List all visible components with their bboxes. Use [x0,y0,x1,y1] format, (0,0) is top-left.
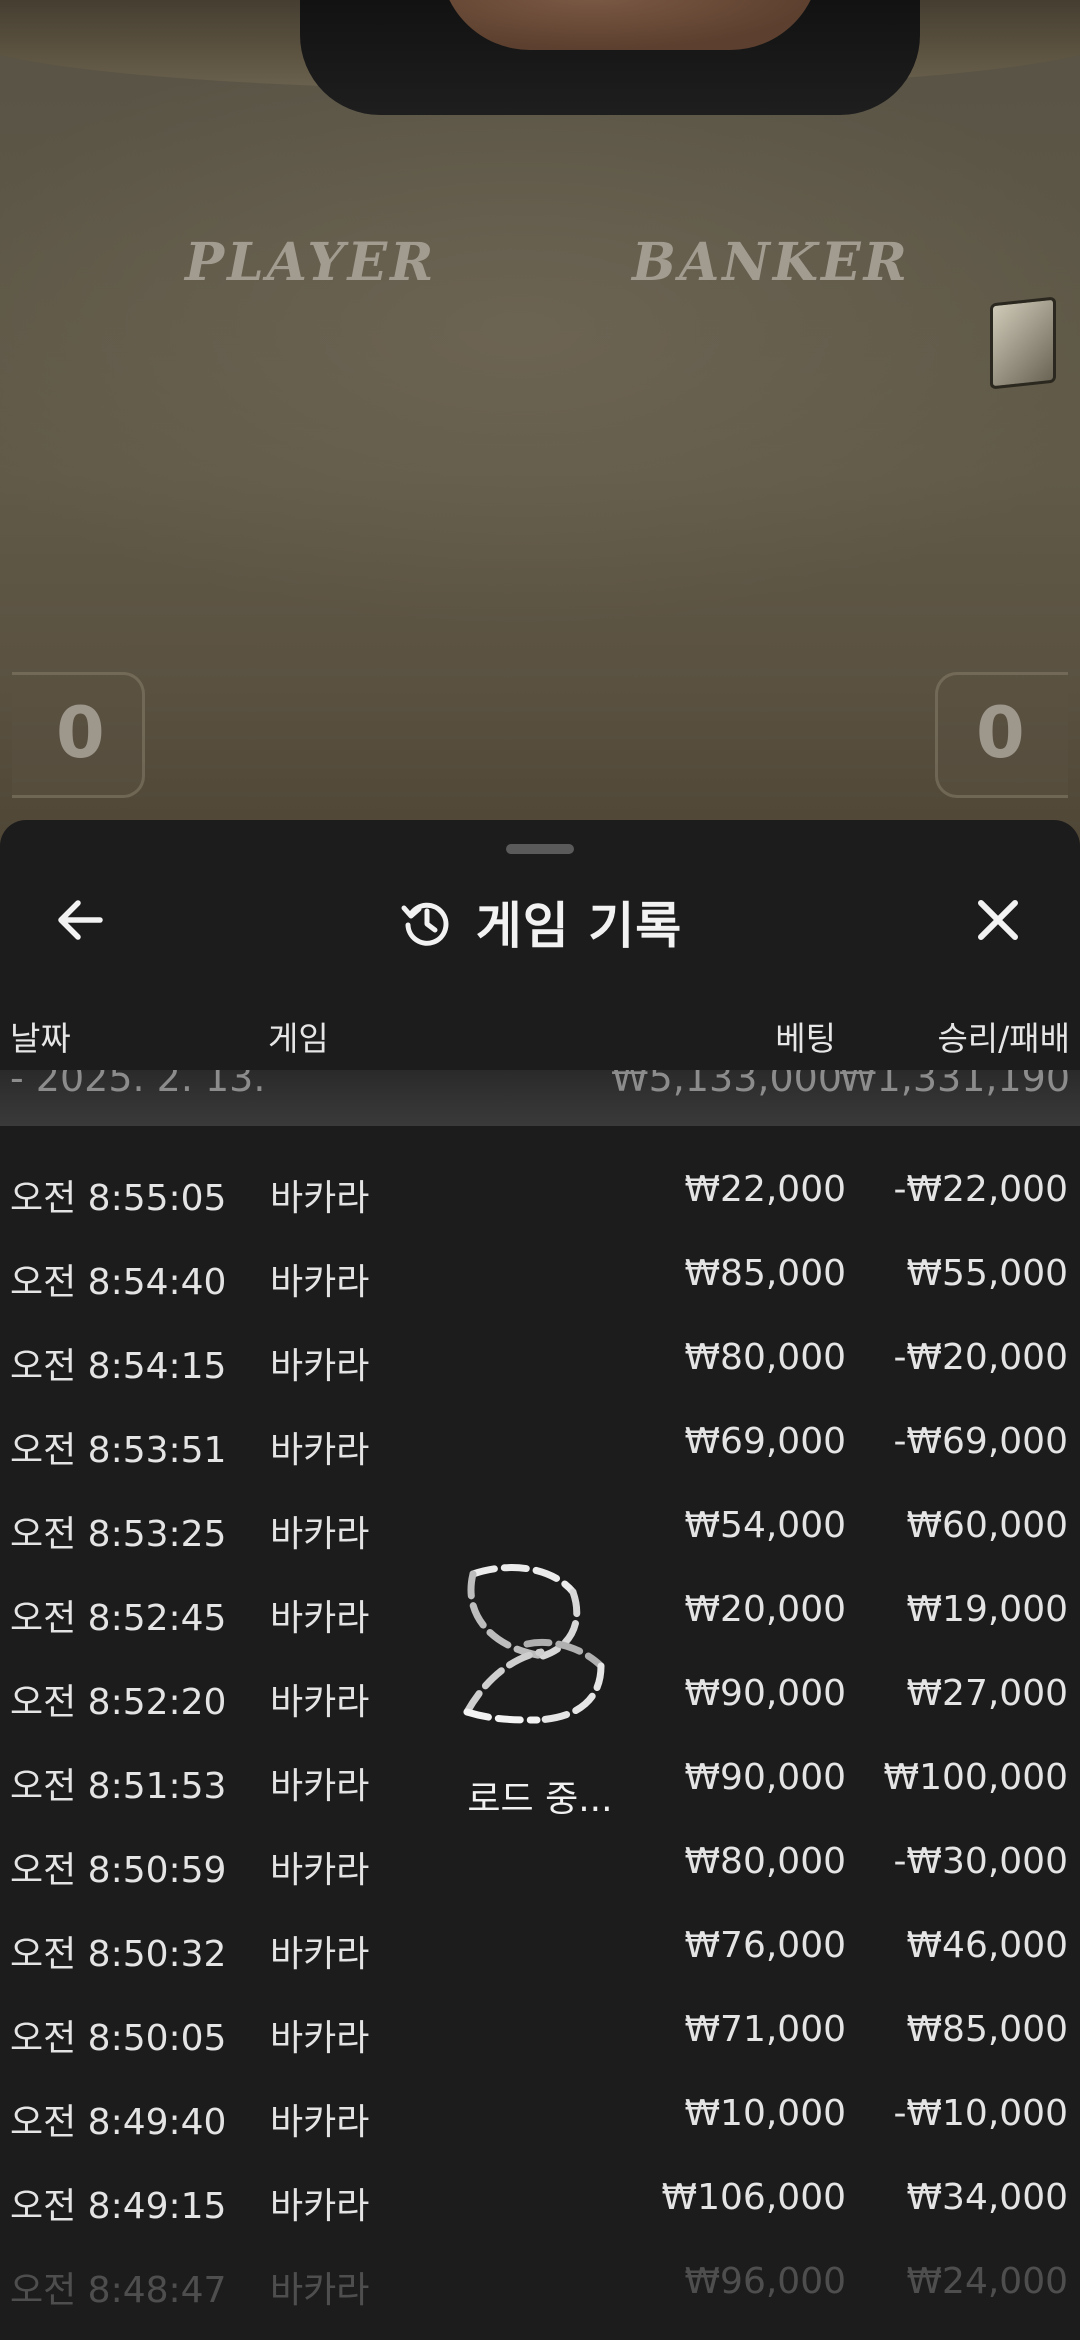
column-header-result: 승리/패배 [937,1019,1070,1058]
banker-score: 0 [976,692,1025,774]
live-table-video: PLAYER BANKER 0 0 [0,0,1080,860]
loading-text: 로드 중... [467,1779,613,1820]
table-row[interactable]: 오전 8:55:05 바카라 ₩22,000 -₩22,000 [0,1155,1080,1239]
row-result: -₩69,000 [893,1421,1068,1462]
column-header-date: 날짜 [10,1019,71,1058]
row-game: 바카라 [270,1598,370,1639]
row-time: 오전 8:48:47 [10,2270,227,2311]
row-result: ₩55,000 [906,1253,1068,1294]
row-result: ₩60,000 [906,1505,1068,1546]
table-row[interactable]: 오전 8:49:15 바카라 ₩106,000 ₩34,000 [0,2163,1080,2247]
row-bet: ₩71,000 [684,2009,846,2050]
row-result: ₩27,000 [906,1673,1068,1714]
close-icon [978,900,1018,940]
row-result: -₩10,000 [893,2093,1068,2134]
row-time: 오전 8:52:20 [10,1682,227,1723]
row-time: 오전 8:52:45 [10,1598,227,1639]
sheet-drag-handle[interactable] [506,844,574,854]
card-shoe [990,296,1056,390]
row-result: ₩46,000 [906,1925,1068,1966]
player-score: 0 [56,692,105,774]
loading-spinner-icon [463,1564,605,1724]
row-bet: ₩80,000 [684,1337,846,1378]
row-time: 오전 8:54:40 [10,1262,227,1303]
row-time: 오전 8:53:25 [10,1514,227,1555]
row-time: 오전 8:49:40 [10,2102,227,2143]
row-bet: ₩80,000 [684,1841,846,1882]
summary-bet-total: ₩5,133,000 [611,1070,842,1100]
row-game: 바카라 [270,1178,370,1219]
row-game: 바카라 [270,2186,370,2227]
row-time: 오전 8:54:15 [10,1346,227,1387]
row-bet: ₩69,000 [684,1421,846,1462]
row-bet: ₩10,000 [684,2093,846,2134]
row-game: 바카라 [270,1850,370,1891]
row-game: 바카라 [270,2270,370,2311]
summary-result-total: ₩1,331,190 [839,1070,1070,1100]
column-header-game: 게임 [268,1019,329,1058]
sheet-title: 게임 기록 [475,897,683,955]
row-game: 바카라 [270,1346,370,1387]
row-time: 오전 8:50:59 [10,1850,227,1891]
row-time: 오전 8:53:51 [10,1430,227,1471]
row-result: ₩85,000 [906,2009,1068,2050]
table-row[interactable]: 오전 8:50:05 바카라 ₩71,000 ₩85,000 [0,1995,1080,2079]
row-game: 바카라 [270,2018,370,2059]
table-row[interactable]: 오전 8:50:59 바카라 ₩80,000 -₩30,000 [0,1827,1080,1911]
row-result: -₩20,000 [893,1337,1068,1378]
player-zone-label: PLAYER [185,232,437,293]
sheet-header: 게임 기록 [0,882,1080,962]
row-time: 오전 8:50:32 [10,1934,227,1975]
row-game: 바카라 [270,1514,370,1555]
row-bet: ₩85,000 [684,1253,846,1294]
table-row[interactable]: 오전 8:53:51 바카라 ₩69,000 -₩69,000 [0,1407,1080,1491]
banker-zone-label: BANKER [632,232,910,293]
row-time: 오전 8:49:15 [10,2186,227,2227]
row-time: 오전 8:55:05 [10,1178,227,1219]
dealer-hands [440,0,820,50]
row-result: -₩30,000 [893,1841,1068,1882]
table-row[interactable]: 오전 8:50:32 바카라 ₩76,000 ₩46,000 [0,1911,1080,1995]
row-time: 오전 8:50:05 [10,2018,227,2059]
row-bet: ₩22,000 [684,1169,846,1210]
history-icon [401,902,449,946]
row-game: 바카라 [270,1682,370,1723]
row-game: 바카라 [270,1262,370,1303]
row-game: 바카라 [270,2102,370,2143]
table-row[interactable]: 오전 8:49:40 바카라 ₩10,000 -₩10,000 [0,2079,1080,2163]
row-bet: ₩96,000 [684,2261,846,2302]
row-bet: ₩76,000 [684,1925,846,1966]
row-game: 바카라 [270,1934,370,1975]
close-button[interactable] [968,890,1028,950]
row-bet: ₩54,000 [684,1505,846,1546]
column-header-bet: 베팅 [775,1019,836,1058]
summary-date: - 2025. 2. 13. [10,1070,266,1100]
row-result: ₩34,000 [906,2177,1068,2218]
table-row[interactable]: 오전 8:54:15 바카라 ₩80,000 -₩20,000 [0,1323,1080,1407]
row-result: ₩24,000 [906,2261,1068,2302]
row-bet: ₩20,000 [684,1589,846,1630]
row-result: -₩22,000 [893,1169,1068,1210]
row-result: ₩19,000 [906,1589,1068,1630]
row-bet: ₩106,000 [661,2177,846,2218]
row-game: 바카라 [270,1430,370,1471]
table-row[interactable]: 오전 8:54:40 바카라 ₩85,000 ₩55,000 [0,1239,1080,1323]
row-bet: ₩90,000 [684,1673,846,1714]
table-row[interactable]: 오전 8:48:47 바카라 ₩96,000 ₩24,000 [0,2247,1080,2331]
date-summary-row[interactable]: - 2025. 2. 13. ₩5,133,000 ₩1,331,190 [0,1070,1080,1126]
history-list[interactable]: 오전 8:55:05 바카라 ₩22,000 -₩22,000 오전 8:54:… [0,1155,1080,2331]
